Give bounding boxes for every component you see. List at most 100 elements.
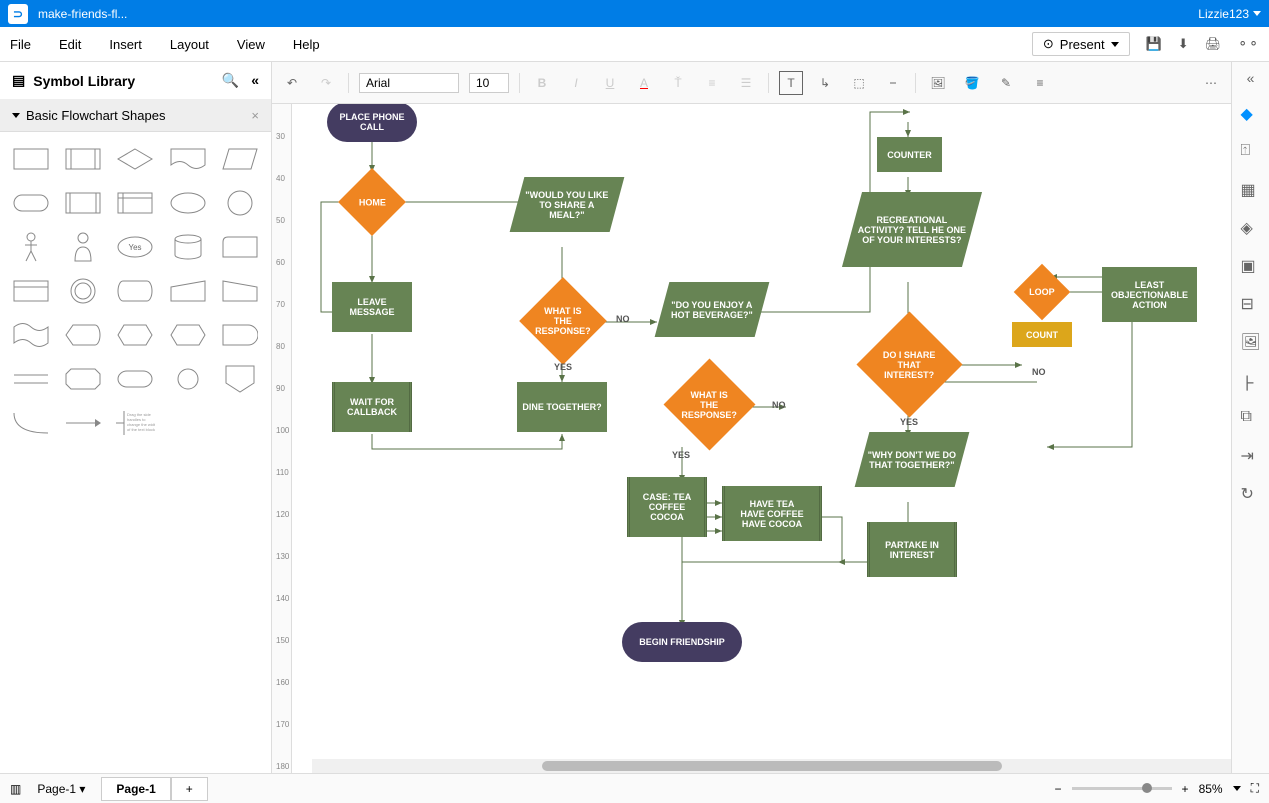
redo-button[interactable]: ↷ [314, 71, 338, 95]
node-place-phone-call[interactable]: PLACE PHONE CALL [327, 102, 417, 142]
present-button[interactable]: ⊙ Present [1032, 32, 1130, 56]
shape-hexagon[interactable] [114, 318, 156, 352]
share-icon[interactable]: ⚬⚬ [1237, 36, 1259, 52]
shape-ellipse[interactable] [167, 186, 209, 220]
shape-delay[interactable] [219, 318, 261, 352]
shape-data[interactable] [219, 142, 261, 176]
underline-button[interactable]: U [598, 71, 622, 95]
shape-tape[interactable] [10, 318, 52, 352]
shape-rounded[interactable] [114, 362, 156, 396]
copy-icon[interactable]: ⧉ [1241, 408, 1261, 428]
shape-document[interactable] [167, 142, 209, 176]
shape-decision[interactable] [114, 142, 156, 176]
shape-predefined[interactable] [62, 186, 104, 220]
download-icon[interactable]: ⬇ [1178, 36, 1189, 52]
shape-display[interactable] [62, 318, 104, 352]
page-tab[interactable]: Page-1 [101, 777, 170, 801]
shape-direct-data[interactable] [114, 274, 156, 308]
save-icon[interactable]: 💾 [1146, 36, 1162, 52]
search-icon[interactable]: 🔍 [222, 72, 239, 89]
zoom-dropdown-icon[interactable] [1233, 786, 1241, 791]
shape-actor[interactable] [10, 230, 52, 264]
shape-double-circle[interactable] [62, 274, 104, 308]
node-partake[interactable]: PARTAKE IN INTEREST [867, 522, 957, 577]
shape-rect-head[interactable] [10, 274, 52, 308]
menu-help[interactable]: Help [293, 37, 320, 52]
text-tool[interactable]: T [779, 71, 803, 95]
node-have-drinks[interactable]: HAVE TEA HAVE COFFEE HAVE COCOA [722, 486, 822, 541]
line-color-button[interactable]: ✎ [994, 71, 1018, 95]
node-case[interactable]: CASE: TEA COFFEE COCOA [627, 477, 707, 537]
bold-button[interactable]: B [530, 71, 554, 95]
shape-prep[interactable] [167, 318, 209, 352]
shape-offpage[interactable] [219, 362, 261, 396]
page-dropdown[interactable]: Page-1 ▾ [37, 782, 85, 796]
zoom-in-button[interactable]: + [1182, 782, 1189, 796]
zoom-slider[interactable] [1072, 787, 1172, 790]
node-response1[interactable]: WHAT IS THE RESPONSE? [519, 277, 607, 365]
sitemap-icon[interactable]: ⺊ [1241, 370, 1261, 390]
node-hot-beverage[interactable]: "DO YOU ENJOY A HOT BEVERAGE?" [655, 282, 770, 337]
presentation-icon[interactable]: ▣ [1241, 256, 1261, 276]
export-icon[interactable]: ⍐ [1241, 142, 1261, 162]
layers-icon[interactable]: ◈ [1241, 218, 1261, 238]
shape-manual-input2[interactable] [219, 274, 261, 308]
fullscreen-button[interactable]: ⛶ [1251, 781, 1259, 796]
node-response2[interactable]: WHAT IS THE RESPONSE? [664, 359, 756, 451]
diagram-page[interactable]: PLACE PHONE CALL HOME LEAVE MESSAGE WAIT… [292, 82, 1231, 773]
menu-layout[interactable]: Layout [170, 37, 209, 52]
expand-icon[interactable]: « [1247, 70, 1255, 86]
shape-button[interactable]: ⬚ [847, 71, 871, 95]
shape-manual-input[interactable] [167, 274, 209, 308]
shape-actor-alt[interactable] [62, 230, 104, 264]
undo-button[interactable]: ↶ [280, 71, 304, 95]
indent-icon[interactable]: ⇥ [1241, 446, 1261, 466]
list-button[interactable]: ☰ [734, 71, 758, 95]
menu-view[interactable]: View [237, 37, 265, 52]
shape-connector[interactable] [167, 362, 209, 396]
connector-button[interactable]: ↳ [813, 71, 837, 95]
node-begin-friendship[interactable]: BEGIN FRIENDSHIP [622, 622, 742, 662]
node-share-interest[interactable]: DO I SHARE THAT INTEREST? [856, 311, 962, 417]
align-button[interactable]: ≡ [700, 71, 724, 95]
print-icon[interactable]: 🖨 [1205, 36, 1222, 52]
font-select[interactable]: Arial [359, 73, 459, 93]
more-button[interactable]: ⋯ [1199, 71, 1223, 95]
shape-circle[interactable] [219, 186, 261, 220]
node-home[interactable]: HOME [338, 168, 406, 236]
text-format-button[interactable]: Ť [666, 71, 690, 95]
data-icon[interactable]: ⊟ [1241, 294, 1261, 314]
node-count[interactable]: COUNT [1012, 322, 1072, 347]
shape-category[interactable]: Basic Flowchart Shapes × [0, 100, 271, 132]
menu-edit[interactable]: Edit [59, 37, 81, 52]
image-button[interactable]: 🖼 [926, 71, 950, 95]
outline-icon[interactable]: ▥ [10, 782, 21, 796]
line-weight-button[interactable]: ≡ [1028, 71, 1052, 95]
shape-annotation[interactable]: Drag the sidehandles tochange the widtho… [114, 406, 156, 440]
fill-button[interactable]: 🪣 [960, 71, 984, 95]
font-color-button[interactable]: A [632, 71, 656, 95]
shape-lines[interactable] [10, 362, 52, 396]
node-share-meal[interactable]: "WOULD YOU LIKE TO SHARE A MEAL?" [510, 177, 625, 232]
menu-file[interactable]: File [10, 37, 31, 52]
node-recreational[interactable]: RECREATIONAL ACTIVITY? TELL HE ONE OF YO… [842, 192, 982, 267]
italic-button[interactable]: I [564, 71, 588, 95]
user-menu[interactable]: Lizzie123 [1198, 7, 1261, 21]
scrollbar-horizontal[interactable] [312, 759, 1231, 773]
add-page-button[interactable]: + [171, 777, 208, 801]
shape-arc[interactable] [10, 406, 52, 440]
shape-terminator[interactable] [10, 186, 52, 220]
shape-cut-corner[interactable] [62, 362, 104, 396]
shape-process-alt[interactable] [62, 142, 104, 176]
fontsize-select[interactable]: 10 [469, 73, 509, 93]
zoom-out-button[interactable]: − [1055, 782, 1062, 796]
history-icon[interactable]: ↻ [1241, 484, 1261, 504]
node-dine[interactable]: DINE TOGETHER? [517, 382, 607, 432]
shape-card[interactable] [219, 230, 261, 264]
shape-yes-label[interactable]: Yes [114, 230, 156, 264]
menu-insert[interactable]: Insert [109, 37, 142, 52]
shape-internal-storage[interactable] [114, 186, 156, 220]
close-icon[interactable]: × [251, 108, 259, 123]
grid-icon[interactable]: ▦ [1241, 180, 1261, 200]
shape-arrow[interactable] [62, 406, 104, 440]
